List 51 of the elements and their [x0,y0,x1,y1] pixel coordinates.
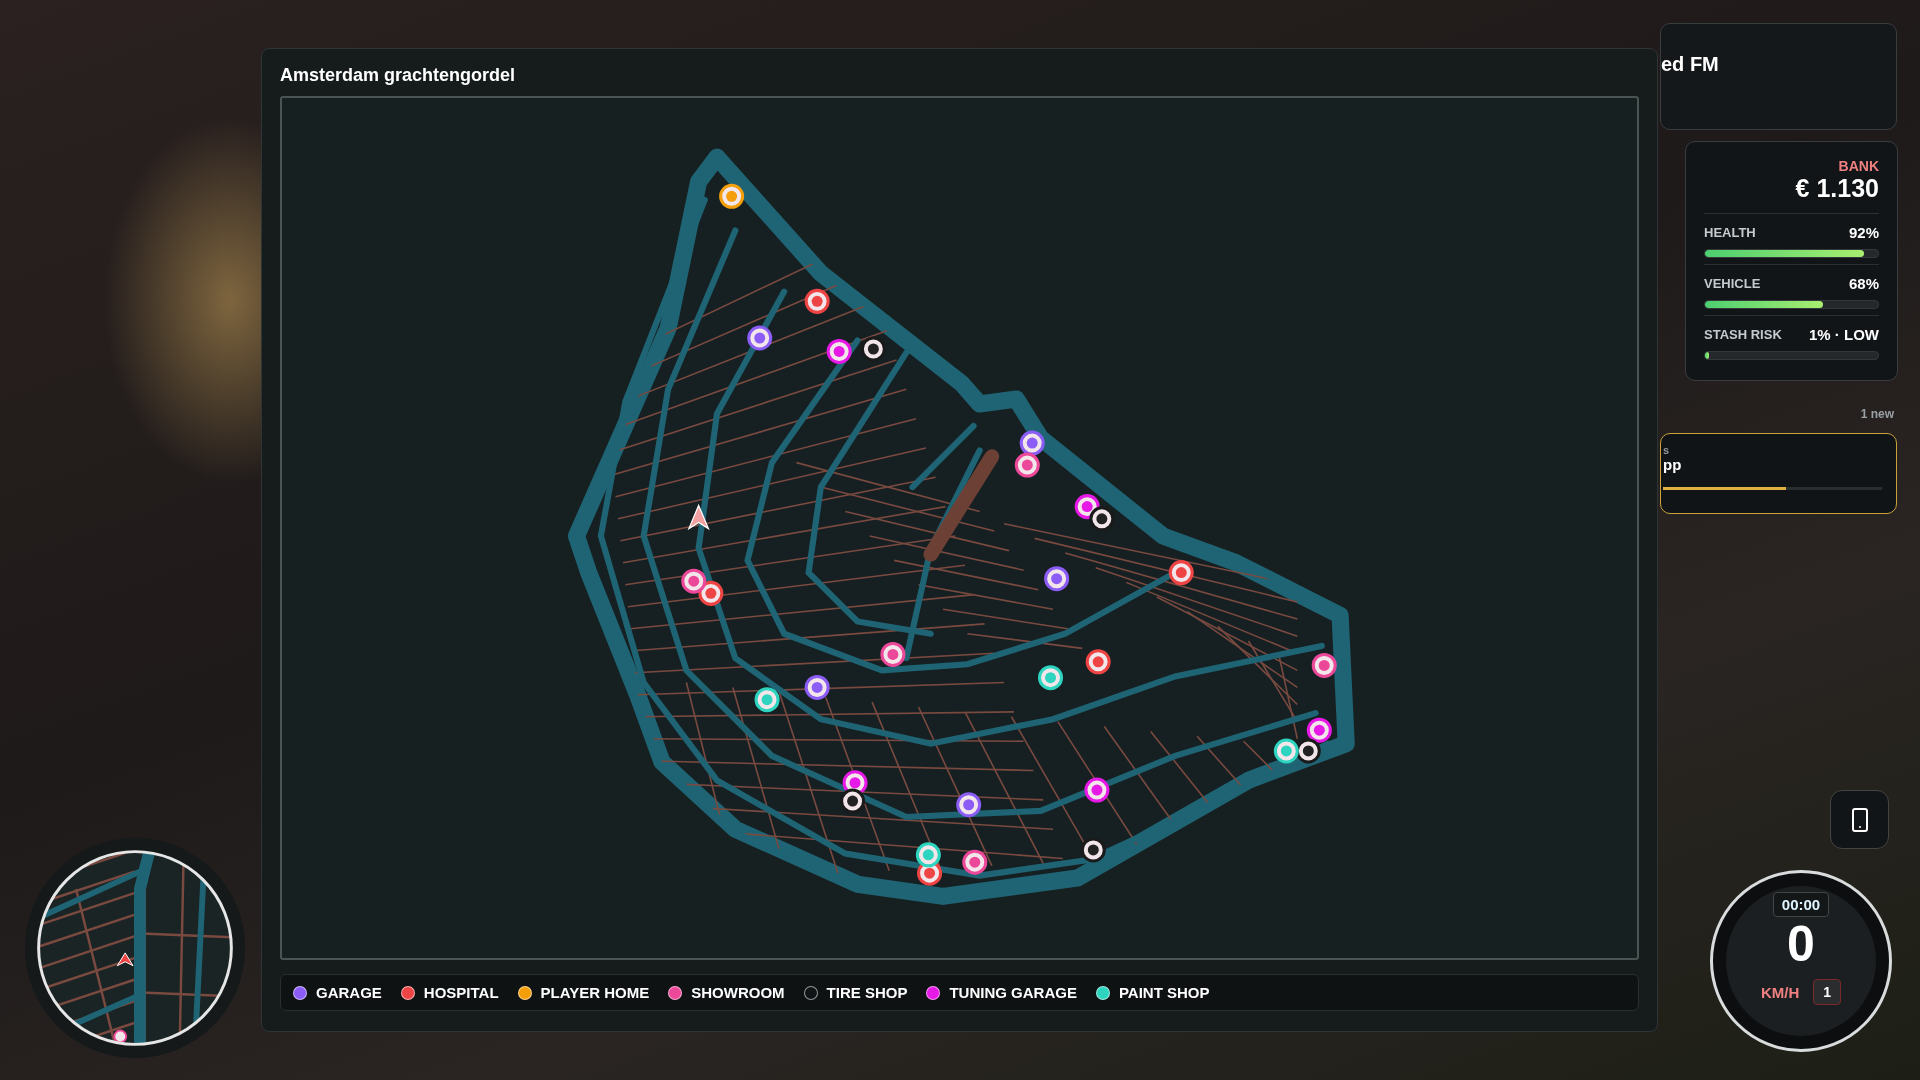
legend-label: TUNING GARAGE [949,984,1077,1001]
meter-label: HEALTH [1704,225,1756,240]
map-pin-icon[interactable] [719,183,745,209]
map-pin-icon[interactable] [804,288,830,314]
meter-label: VEHICLE [1704,276,1761,291]
meter-reading: 92% [1848,224,1879,241]
gear-indicator: 1 [1813,979,1842,1005]
legend-label: TIRE SHOP [826,984,908,1001]
map-pin-icon[interactable] [1311,652,1337,678]
map-pin-icon[interactable] [1044,566,1070,592]
map-pin-icon[interactable] [1038,665,1064,691]
map-pin-icon[interactable] [1084,777,1110,803]
phone-button[interactable] [1830,790,1889,849]
phone-icon [1851,807,1868,832]
map-pin-icon[interactable] [826,338,852,364]
map-pin-icon[interactable] [840,788,866,814]
meter-reading: 68% [1848,275,1879,292]
notification-card[interactable]: s pp [1660,433,1897,514]
speed-value: 0 [1787,919,1815,969]
map-pin-icon[interactable] [1085,649,1111,675]
map-pin-icon[interactable] [747,325,773,351]
legend-label: SHOWROOM [691,984,785,1001]
legend-label: GARAGE [316,984,382,1001]
window-title: Amsterdam grachtengordel [280,65,517,86]
map-pin-icon[interactable] [1273,738,1299,764]
map-pin-icon[interactable] [915,842,941,868]
map-pin-icon[interactable] [1014,452,1040,478]
map-pin-icon[interactable] [880,641,906,667]
speed-unit: KM/H [1760,983,1800,1001]
notification-title: pp [1663,456,1682,473]
notification-count: 1 new [1860,407,1894,421]
map-pin-icon[interactable] [804,674,830,700]
player-arrow-icon [687,503,710,531]
map-pin-icon[interactable] [1089,506,1115,532]
legend-label: HOSPITAL [423,984,499,1001]
map-pin-icon[interactable] [1168,560,1194,586]
bank-label: BANK [1837,158,1879,174]
bank-balance: € 1.130 [1794,174,1879,203]
map-pin-icon[interactable] [956,792,982,818]
legend-label: PLAYER HOME [540,984,650,1001]
radio-station: ed FM [1661,53,1719,76]
timer: 00:00 [1772,892,1830,917]
map-pin-icon[interactable] [681,568,707,594]
map-pin-icon[interactable] [860,336,886,362]
meter-reading: 1% · LOW [1809,326,1879,343]
notification-text: s [1663,444,1670,456]
map-pin-icon[interactable] [754,687,780,713]
meter-label: STASH RISK [1704,327,1782,342]
legend-label: PAINT SHOP [1118,984,1210,1001]
map-pin-icon[interactable] [1306,717,1332,743]
map-pin-icon[interactable] [962,849,988,875]
